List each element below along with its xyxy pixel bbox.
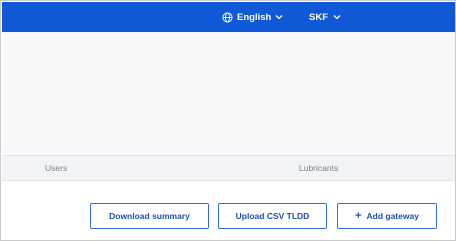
download-summary-button[interactable]: Download summary [90,203,209,229]
globe-icon [222,11,233,23]
company-label: SKF [309,11,328,23]
chevron-down-icon [333,14,341,20]
upload-csv-button[interactable]: Upload CSV TLDD [218,203,327,229]
content-panel [2,32,455,155]
top-navigation-bar: English SKF [2,2,455,32]
language-selector[interactable]: English [222,10,283,24]
app-window: English SKF Users Lubricants Download su… [0,0,456,241]
add-gateway-button[interactable]: + Add gateway [337,203,437,229]
chevron-down-icon [275,14,283,20]
upload-csv-label: Upload CSV TLDD [235,211,310,221]
company-selector[interactable]: SKF [309,10,341,24]
download-summary-label: Download summary [109,211,190,221]
plus-icon: + [355,209,362,222]
tab-users[interactable]: Users [45,163,67,173]
language-label: English [237,11,272,23]
add-gateway-label: Add gateway [366,211,419,221]
tab-bar: Users Lubricants [2,155,455,181]
tab-lubricants[interactable]: Lubricants [299,163,338,173]
